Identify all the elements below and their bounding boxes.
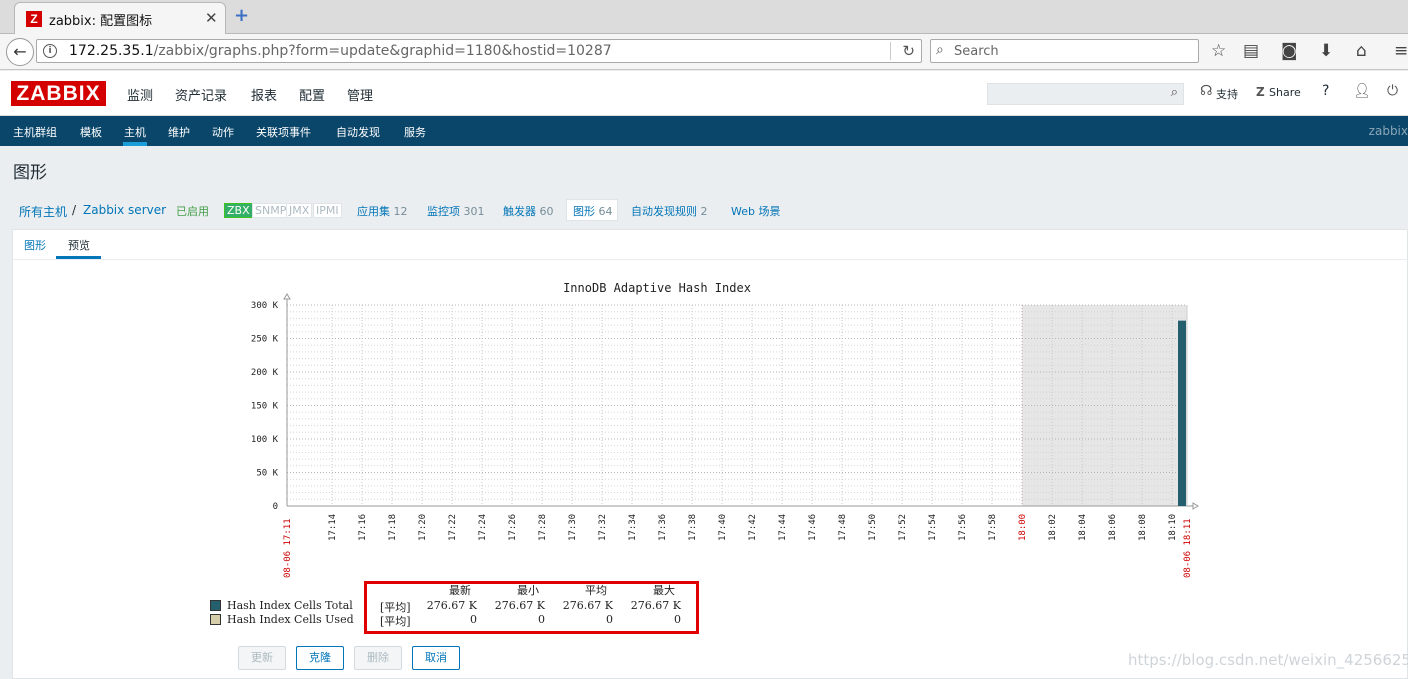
chart-x-tick-label: 17:28	[538, 514, 548, 541]
chart-x-tick-label: 17:58	[988, 514, 998, 541]
chart-y-tick-label: 100 K	[251, 435, 279, 445]
chart-x-tick-label: 17:26	[508, 514, 518, 541]
chart-y-tick-label: 200 K	[251, 368, 279, 378]
chart-x-tick-label: 17:40	[718, 514, 728, 541]
chart-x-tick-label: 17:44	[778, 514, 788, 541]
chart-y-tick-label: 150 K	[251, 402, 279, 412]
chart-x-tick-label: 17:16	[358, 514, 368, 541]
chart-y-tick-label: 300 K	[251, 301, 279, 311]
chart-x-tick-label: 17:38	[688, 514, 698, 541]
chart-x-tick-label: 17:14	[328, 514, 338, 541]
delete-button[interactable]: 删除	[354, 646, 402, 670]
chart-x-tick-label: 18:08	[1138, 514, 1148, 541]
legend-name-total: Hash Index Cells Total	[227, 599, 353, 612]
chart-x-tick-label: 17:46	[808, 514, 818, 541]
highlight-annotation-box	[364, 581, 699, 634]
legend-swatch-used	[210, 614, 221, 625]
chart-x-start-label: 08-06 17:11	[283, 518, 293, 578]
chart-x-tick-label: 18:10	[1168, 514, 1178, 541]
chart-x-tick-label: 17:42	[748, 514, 758, 541]
clone-button[interactable]: 克隆	[296, 646, 344, 670]
chart-y-tick-label: 0	[273, 502, 278, 512]
cancel-button[interactable]: 取消	[412, 646, 460, 670]
update-button[interactable]: 更新	[238, 646, 286, 670]
chart-x-axis-arrow	[1192, 502, 1199, 510]
chart-x-tick-label: 17:54	[928, 514, 938, 541]
chart-y-axis-arrow	[283, 293, 291, 300]
chart-x-tick-label: 18:02	[1048, 514, 1058, 541]
legend-swatch-total	[210, 600, 221, 611]
chart-x-end-label: 08-06 18:11	[1183, 518, 1193, 578]
chart-x-tick-label: 18:06	[1108, 514, 1118, 541]
chart-x-tick-label: 17:30	[568, 514, 578, 541]
chart-x-tick-label: 17:34	[628, 514, 638, 541]
watermark-text: https://blog.csdn.net/weixin_42566251	[1128, 651, 1408, 669]
chart-x-tick-label: 17:56	[958, 514, 968, 541]
chart-x-tick-label: 17:36	[658, 514, 668, 541]
graph-preview: InnoDB Adaptive Hash Index 0 50 K 100 K 150 …	[251, 281, 1199, 578]
chart-x-tick-label: 17:24	[478, 514, 488, 541]
chart-x-tick-label: 17:20	[418, 514, 428, 541]
chart-x-tick-label: 17:22	[448, 514, 458, 541]
legend-name-used: Hash Index Cells Used	[227, 613, 354, 626]
chart-title: InnoDB Adaptive Hash Index	[563, 281, 751, 295]
chart-x-tick-label: 18:00	[1018, 514, 1028, 541]
chart-bar-total	[1178, 320, 1186, 506]
chart-x-tick-label: 17:52	[898, 514, 908, 541]
chart-x-tick-label: 17:32	[598, 514, 608, 541]
chart-x-tick-label: 17:18	[388, 514, 398, 541]
chart-x-tick-label: 17:50	[868, 514, 878, 541]
chart-y-tick-label: 250 K	[251, 335, 279, 345]
chart-x-tick-label: 18:04	[1078, 514, 1088, 541]
chart-x-tick-label: 17:48	[838, 514, 848, 541]
chart-y-tick-label: 50 K	[256, 469, 278, 479]
